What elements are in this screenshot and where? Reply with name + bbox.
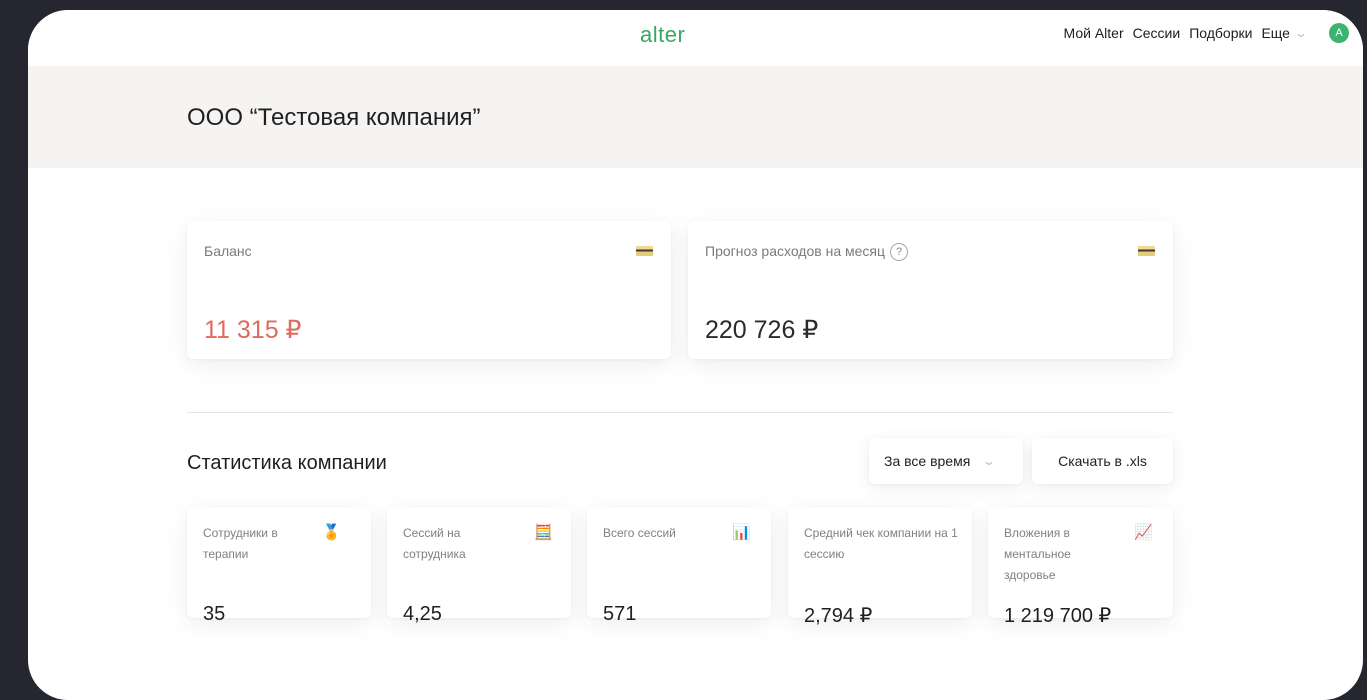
stat-value: 571 [603,603,637,625]
period-select[interactable]: За все время ⌄ [869,438,1023,484]
stat-card-mental-health-investment: Вложения в ментальное здоровье 📈 1 219 7… [988,507,1173,627]
forecast-label-text: Прогноз расходов на месяц [705,243,886,259]
app-window: alter Мой Alter Сессии Подборки Еще ⌄ A … [28,10,1363,700]
stat-label: Сессий на сотрудника [403,526,466,561]
nav-item-my-alter[interactable]: Мой Alter [1064,25,1124,41]
nav-item-sessions[interactable]: Сессии [1133,25,1181,41]
medal-icon: 🏅 [322,524,341,541]
credit-card-icon [636,246,653,256]
page-title: ООО “Тестовая компания” [187,104,481,131]
download-xls-button[interactable]: Скачать в .xls [1032,438,1173,484]
stat-card-total-sessions: Всего сессий 📊 571 [587,507,771,625]
nav-more-label: Еще [1261,25,1290,41]
company-header: ООО “Тестовая компания” [28,66,1363,168]
forecast-value: 220 726 ₽ [705,316,819,344]
stat-label: Сотрудники в терапии [203,526,278,561]
credit-card-icon [1138,246,1155,256]
section-divider [187,412,1173,413]
stat-card-average-check: Средний чек компании на 1 сессию 2,794 ₽ [788,507,972,627]
stat-label: Вложения в ментальное здоровье [1004,526,1071,582]
nav-item-collections[interactable]: Подборки [1189,25,1252,41]
user-avatar[interactable]: A [1329,23,1349,43]
chevron-down-icon: ⌄ [982,454,997,468]
stat-card-employees: Сотрудники в терапии 🏅 35 [187,507,371,625]
period-select-value: За все время [884,453,971,469]
stat-value: 2,794 ₽ [804,605,873,627]
stat-card-sessions-per-employee: Сессий на сотрудника 🧮 4,25 [387,507,571,625]
chevron-down-icon: ⌄ [1293,26,1309,40]
abacus-icon: 🧮 [534,524,553,541]
alter-logo[interactable]: alter [640,22,685,48]
forecast-label: Прогноз расходов на месяц? [705,243,909,262]
stat-label: Всего сессий [603,526,676,540]
stat-value: 1 219 700 ₽ [1004,605,1112,627]
stat-value: 4,25 [403,603,442,625]
balance-card: Баланс 11 315 ₽ [187,221,671,359]
help-icon[interactable]: ? [890,243,909,262]
balance-value: 11 315 ₽ [204,316,302,344]
top-navbar: alter Мой Alter Сессии Подборки Еще ⌄ A [28,10,1363,66]
stat-value: 35 [203,603,226,625]
stat-label: Средний чек компании на 1 сессию [804,526,958,561]
balance-label: Баланс [204,243,252,259]
main-nav: Мой Alter Сессии Подборки Еще ⌄ A [1064,23,1349,43]
bar-chart-icon: 📊 [732,524,751,541]
stats-title: Статистика компании [187,452,387,474]
nav-item-more[interactable]: Еще ⌄ [1261,25,1309,41]
forecast-card: Прогноз расходов на месяц? 220 726 ₽ [688,221,1173,359]
trend-up-icon: 📈 [1134,524,1153,541]
